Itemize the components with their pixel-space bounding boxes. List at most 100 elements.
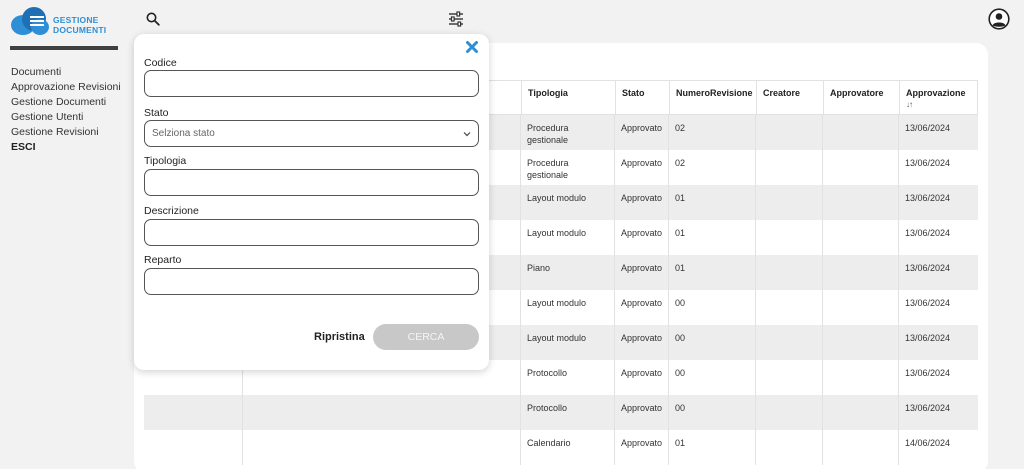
sidebar-item-gestione-revisioni[interactable]: Gestione Revisioni xyxy=(11,125,131,140)
header-numero-revisione[interactable]: NumeroRevisione xyxy=(670,81,757,116)
stato-label: Stato xyxy=(144,107,169,119)
descrizione-label: Descrizione xyxy=(144,205,199,217)
cell-revisione: 01 xyxy=(669,185,756,220)
cell-tipologia: Layout modulo xyxy=(521,290,615,325)
descrizione-input[interactable] xyxy=(144,219,479,246)
cell-stato: Approvato xyxy=(615,430,669,465)
sidebar-item-approvazione-revisioni[interactable]: Approvazione Revisioni xyxy=(11,80,131,95)
cell-creatore xyxy=(756,150,823,185)
cell-revisione: 02 xyxy=(669,115,756,150)
sidebar-item-gestione-utenti[interactable]: Gestione Utenti xyxy=(11,110,131,125)
cell-stato: Approvato xyxy=(615,150,669,185)
cell-empty xyxy=(144,430,243,465)
logo-text: GESTIONE DOCUMENTI xyxy=(53,15,106,35)
cell-tipologia: Layout modulo xyxy=(521,185,615,220)
sliders-icon[interactable] xyxy=(448,11,464,27)
cell-approvatore xyxy=(823,220,899,255)
cell-stato: Approvato xyxy=(615,395,669,430)
cell-approvatore xyxy=(823,360,899,395)
cell-approvazione: 13/06/2024 xyxy=(905,333,951,343)
logo-line-2: DOCUMENTI xyxy=(53,25,107,35)
cell-creatore xyxy=(756,325,823,360)
cell-tipologia: Calendario xyxy=(521,430,615,465)
cell-tipologia: Procedura gestionale xyxy=(521,150,615,185)
search-icon[interactable] xyxy=(146,12,160,26)
cell-tipologia: Layout modulo xyxy=(521,325,615,360)
cell-creatore xyxy=(756,360,823,395)
cell-approvazione: 13/06/2024 xyxy=(905,123,951,133)
cell-approvazione: 13/06/2024 xyxy=(905,193,951,203)
cell-creatore xyxy=(756,220,823,255)
codice-label: Codice xyxy=(144,57,177,69)
cell-approvatore xyxy=(823,395,899,430)
cell-approvazione: 13/06/2024 xyxy=(905,158,951,168)
cell-approvatore xyxy=(823,185,899,220)
cell-revisione: 00 xyxy=(669,290,756,325)
cell-stato: Approvato xyxy=(615,255,669,290)
cell-approvatore xyxy=(823,325,899,360)
table-row[interactable]: Calendario Approvato 01 14/06/2024 xyxy=(144,430,978,465)
cell-creatore xyxy=(756,115,823,150)
sidebar-item-gestione-documenti[interactable]: Gestione Documenti xyxy=(11,95,131,110)
header-approvazione[interactable]: Approvazione ↓↑ xyxy=(900,81,979,116)
logo-divider xyxy=(10,46,118,50)
cell-approvatore xyxy=(823,290,899,325)
header-stato[interactable]: Stato xyxy=(616,81,670,116)
cell-approvazione: 13/06/2024 xyxy=(905,403,951,413)
cell-stato: Approvato xyxy=(615,360,669,395)
cell-revisione: 02 xyxy=(669,150,756,185)
reparto-input[interactable] xyxy=(144,268,479,295)
cell-revisione: 01 xyxy=(669,255,756,290)
cell-revisione: 00 xyxy=(669,325,756,360)
table-row[interactable]: Protocollo Approvato 00 13/06/2024 xyxy=(144,395,978,430)
cell-stato: Approvato xyxy=(615,290,669,325)
cell-tipologia: Layout modulo xyxy=(521,220,615,255)
cell-creatore xyxy=(756,395,823,430)
sidebar-nav: Documenti Approvazione Revisioni Gestion… xyxy=(11,65,131,155)
user-circle-icon[interactable] xyxy=(988,8,1010,30)
cell-approvatore xyxy=(823,150,899,185)
sort-arrows-icon[interactable]: ↓↑ xyxy=(906,99,974,111)
tipologia-input[interactable] xyxy=(144,169,479,196)
cell-tipologia: Procedura gestionale xyxy=(521,115,615,150)
stato-select[interactable]: Selziona stato xyxy=(144,120,479,147)
cell-approvatore xyxy=(823,430,899,465)
cell-approvazione: 13/06/2024 xyxy=(905,298,951,308)
cell-stato: Approvato xyxy=(615,325,669,360)
cell-creatore xyxy=(756,290,823,325)
cell-stato: Approvato xyxy=(615,185,669,220)
cell-empty xyxy=(144,395,243,430)
header-creatore[interactable]: Creatore xyxy=(757,81,824,116)
filter-panel: Codice Stato Selziona stato Tipologia De… xyxy=(134,34,489,370)
cell-empty xyxy=(243,395,521,430)
header-approvatore[interactable]: Approvatore xyxy=(824,81,900,116)
cell-revisione: 00 xyxy=(669,360,756,395)
codice-input[interactable] xyxy=(144,70,479,97)
sidebar-item-esci[interactable]: ESCI xyxy=(11,140,131,155)
cell-tipologia: Piano xyxy=(521,255,615,290)
cell-revisione: 01 xyxy=(669,430,756,465)
cell-stato: Approvato xyxy=(615,220,669,255)
cell-approvazione: 13/06/2024 xyxy=(905,368,951,378)
cell-approvazione: 13/06/2024 xyxy=(905,228,951,238)
sidebar-item-documenti[interactable]: Documenti xyxy=(11,65,131,80)
cell-approvatore xyxy=(823,255,899,290)
reparto-label: Reparto xyxy=(144,254,182,266)
cell-tipologia: Protocollo xyxy=(521,395,615,430)
tipologia-label: Tipologia xyxy=(144,155,187,167)
cell-tipologia: Protocollo xyxy=(521,360,615,395)
cell-approvatore xyxy=(823,115,899,150)
logo-line-1: GESTIONE xyxy=(53,15,99,25)
cell-creatore xyxy=(756,430,823,465)
reset-button[interactable]: Ripristina xyxy=(314,331,365,343)
cell-revisione: 01 xyxy=(669,220,756,255)
cell-creatore xyxy=(756,185,823,220)
cell-creatore xyxy=(756,255,823,290)
search-button[interactable]: CERCA xyxy=(373,324,479,350)
app-logo[interactable]: GESTIONE DOCUMENTI xyxy=(10,5,120,39)
close-icon[interactable] xyxy=(465,40,479,54)
stato-select-value: Selziona stato xyxy=(152,128,215,139)
header-tipologia[interactable]: Tipologia xyxy=(522,81,616,116)
header-approvazione-label: Approvazione xyxy=(906,88,966,98)
cell-stato: Approvato xyxy=(615,115,669,150)
